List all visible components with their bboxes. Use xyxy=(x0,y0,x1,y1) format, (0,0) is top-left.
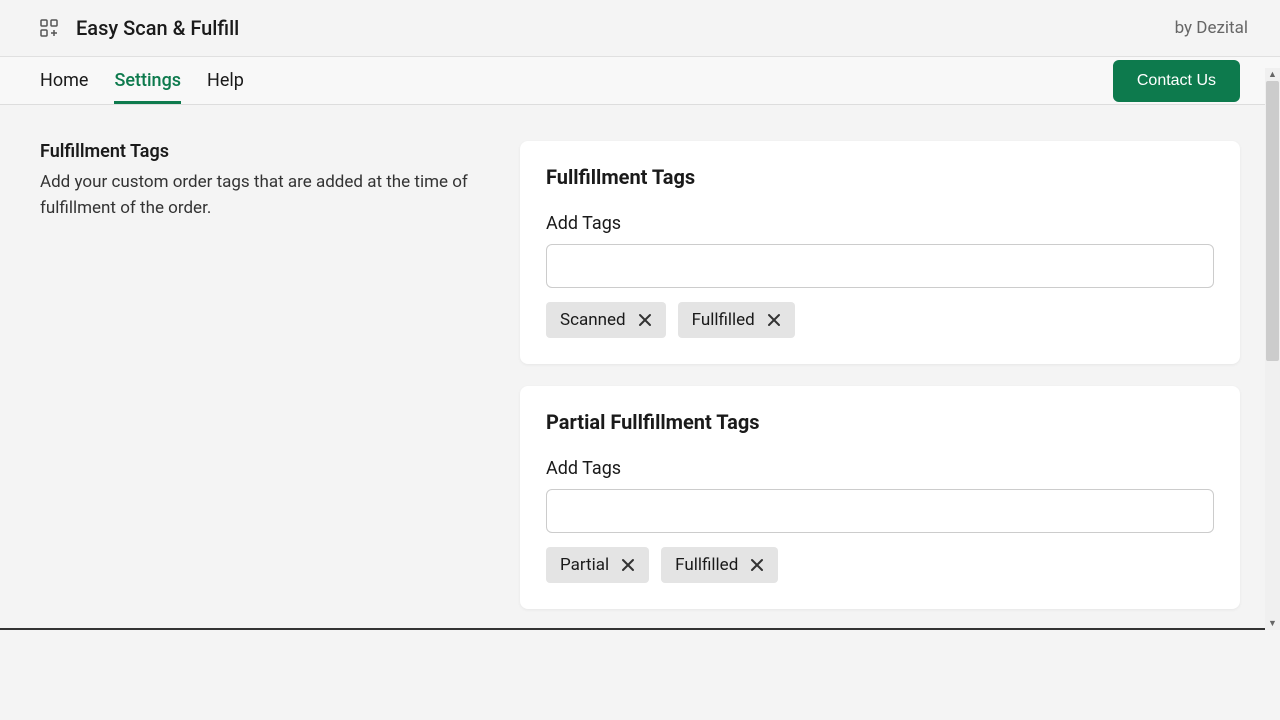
fulfillment-tags-list: Scanned Fullfilled xyxy=(546,302,1214,338)
close-icon[interactable] xyxy=(765,311,783,329)
add-tags-label: Add Tags xyxy=(546,213,1214,234)
apps-grid-icon xyxy=(40,19,58,37)
partial-tags-list: Partial Fullfilled xyxy=(546,547,1214,583)
tag-label: Fullfilled xyxy=(692,310,755,330)
tag-chip: Scanned xyxy=(546,302,666,338)
tab-help[interactable]: Help xyxy=(207,57,244,104)
add-tags-label: Add Tags xyxy=(546,458,1214,479)
tag-chip: Fullfilled xyxy=(661,547,778,583)
close-icon[interactable] xyxy=(748,556,766,574)
tag-label: Scanned xyxy=(560,310,626,330)
close-icon[interactable] xyxy=(636,311,654,329)
content: Fulfillment Tags Add your custom order t… xyxy=(0,105,1280,645)
app-header-left: Easy Scan & Fulfill xyxy=(40,16,239,40)
tab-settings[interactable]: Settings xyxy=(114,57,181,104)
scrollbar[interactable]: ▲ ▼ xyxy=(1265,68,1280,630)
section-title: Fulfillment Tags xyxy=(40,141,480,162)
section-help-text: Add your custom order tags that are adde… xyxy=(40,170,480,221)
scroll-up-arrow[interactable]: ▲ xyxy=(1266,68,1279,81)
tag-chip: Partial xyxy=(546,547,649,583)
scroll-down-arrow[interactable]: ▼ xyxy=(1266,617,1279,630)
card-title: Partial Fullfillment Tags xyxy=(546,410,1214,434)
fulfillment-tags-input[interactable] xyxy=(546,244,1214,288)
nav-bar: Home Settings Help Contact Us xyxy=(0,57,1280,105)
divider xyxy=(0,628,1265,630)
tag-label: Fullfilled xyxy=(675,555,738,575)
tag-label: Partial xyxy=(560,555,609,575)
section-description: Fulfillment Tags Add your custom order t… xyxy=(40,141,480,609)
main-section: Fullfillment Tags Add Tags Scanned Fullf… xyxy=(520,141,1240,609)
partial-tags-input[interactable] xyxy=(546,489,1214,533)
app-header: Easy Scan & Fulfill by Dezital xyxy=(0,0,1280,57)
app-title: Easy Scan & Fulfill xyxy=(76,16,239,40)
app-byline: by Dezital xyxy=(1175,18,1248,38)
card-title: Fullfillment Tags xyxy=(546,165,1214,189)
tab-home[interactable]: Home xyxy=(40,57,88,104)
tag-chip: Fullfilled xyxy=(678,302,795,338)
contact-us-button[interactable]: Contact Us xyxy=(1113,60,1240,102)
close-icon[interactable] xyxy=(619,556,637,574)
scrollbar-thumb[interactable] xyxy=(1266,81,1279,361)
fulfillment-tags-card: Fullfillment Tags Add Tags Scanned Fullf… xyxy=(520,141,1240,364)
nav-tabs: Home Settings Help xyxy=(40,57,244,104)
partial-fulfillment-tags-card: Partial Fullfillment Tags Add Tags Parti… xyxy=(520,386,1240,609)
